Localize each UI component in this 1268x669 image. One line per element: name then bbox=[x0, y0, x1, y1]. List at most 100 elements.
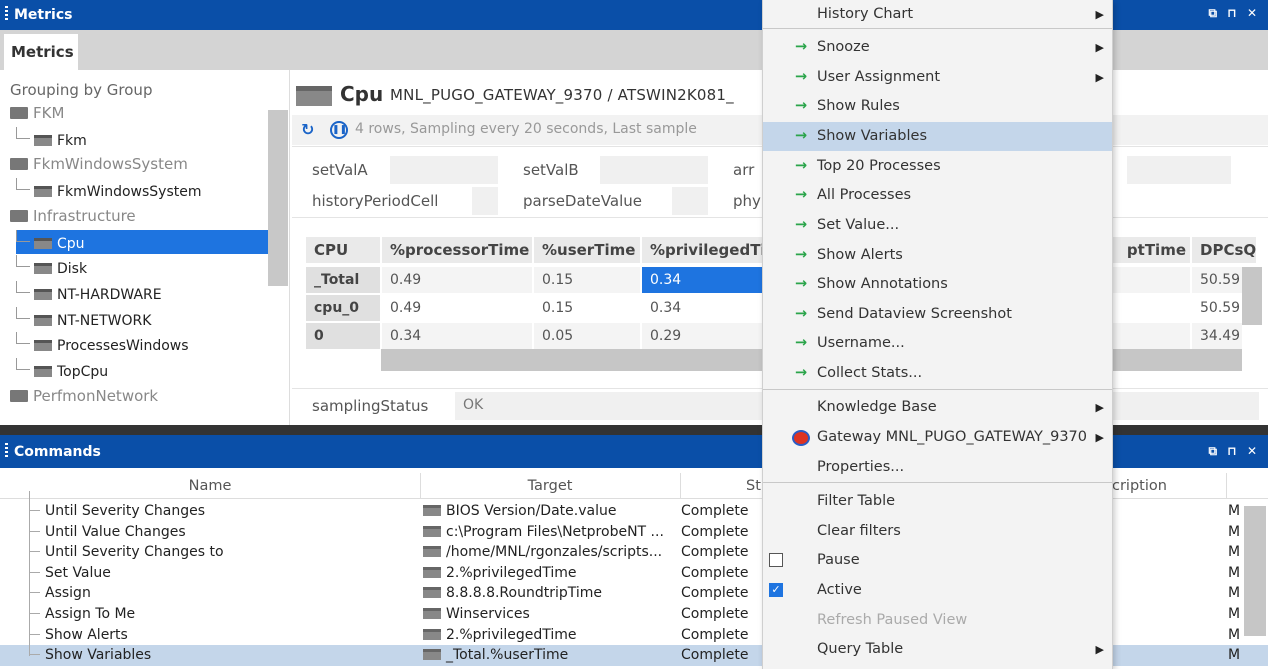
tree-node[interactable]: NT-HARDWARE bbox=[16, 280, 162, 305]
table-cell[interactable] bbox=[1112, 267, 1190, 293]
tree-label: PerfmonNetwork bbox=[33, 386, 159, 405]
menu-item[interactable]: Pause bbox=[763, 546, 1112, 575]
tree-label: Disk bbox=[57, 261, 88, 278]
tree-node[interactable]: Disk bbox=[16, 255, 87, 279]
menu-item[interactable]: Query Table ▶ bbox=[763, 635, 1112, 664]
tree-node[interactable]: NT-NETWORK bbox=[16, 306, 152, 331]
arrow-right-icon: → bbox=[795, 365, 808, 381]
menu-item-label: Gateway MNL_PUGO_GATEWAY_9370 bbox=[817, 429, 1087, 445]
column-header[interactable]: %processorTime bbox=[382, 237, 532, 263]
grip-icon[interactable] bbox=[5, 443, 8, 459]
grip-icon[interactable] bbox=[5, 6, 8, 22]
dataview-icon bbox=[423, 546, 441, 558]
checkbox-unchecked[interactable] bbox=[769, 553, 783, 567]
tree-group[interactable]: FkmWindowsSystem bbox=[10, 152, 188, 176]
menu-item[interactable]: → User Assignment ▶ bbox=[763, 63, 1112, 92]
menu-item[interactable]: Filter Table bbox=[763, 487, 1112, 516]
status-text: 4 rows, Sampling every 20 seconds, Last … bbox=[355, 121, 697, 137]
refresh-icon[interactable]: ↻ bbox=[301, 120, 314, 139]
column-header[interactable]: %privilegedTi bbox=[642, 237, 762, 263]
tree-group[interactable]: Infrastructure bbox=[10, 204, 136, 228]
table-cell[interactable]: 0.15 bbox=[534, 295, 640, 321]
dataview-icon bbox=[34, 288, 52, 300]
menu-item[interactable]: → Show Annotations bbox=[763, 270, 1112, 299]
menu-item[interactable]: → Username... bbox=[763, 329, 1112, 358]
arrow-right-icon: → bbox=[795, 98, 808, 114]
column-header[interactable]: Name bbox=[0, 478, 420, 494]
menu-item[interactable]: → Show Rules bbox=[763, 92, 1112, 121]
headline-value bbox=[1127, 156, 1231, 184]
dataview-icon bbox=[423, 608, 441, 619]
tree-scrollbar[interactable] bbox=[268, 110, 288, 286]
checkbox-checked[interactable]: ✓ bbox=[769, 583, 783, 597]
command-target: Winservices bbox=[423, 604, 679, 624]
tree-node[interactable]: Fkm bbox=[16, 126, 87, 151]
tree-node[interactable]: TopCpu bbox=[16, 358, 108, 382]
table-cell[interactable] bbox=[1112, 323, 1190, 349]
commands-scrollbar[interactable] bbox=[1244, 506, 1266, 636]
menu-item-label: User Assignment bbox=[817, 68, 941, 85]
table-cell[interactable]: 34.49 bbox=[1192, 323, 1242, 349]
table-cell[interactable]: 0.49 bbox=[382, 267, 532, 293]
menu-item[interactable]: → Top 20 Processes bbox=[763, 152, 1112, 181]
window-controls[interactable]: ⧉ ⊓ ✕ bbox=[1208, 6, 1260, 21]
submenu-arrow-icon: ▶ bbox=[1095, 8, 1104, 21]
context-menu: History Chart ▶ → Snooze ▶ → User Assignment ▶ →… bbox=[762, 0, 1113, 669]
column-header[interactable]: Target bbox=[420, 478, 680, 494]
table-cell[interactable]: 0.34 bbox=[642, 295, 762, 321]
metrics-title: Metrics bbox=[14, 7, 73, 23]
menu-item[interactable]: → Show Variables bbox=[763, 122, 1112, 151]
tree-node[interactable]: ProcessesWindows bbox=[16, 332, 189, 356]
menu-item-label: Properties... bbox=[817, 458, 905, 475]
dataview-icon bbox=[34, 134, 52, 146]
command-name: Show Variables bbox=[45, 647, 152, 664]
table-cell[interactable]: 0.34 bbox=[642, 267, 762, 293]
menu-item[interactable]: ✓ Active bbox=[763, 576, 1112, 605]
menu-item[interactable]: → All Processes bbox=[763, 181, 1112, 210]
table-cell[interactable]: 0.29 bbox=[642, 323, 762, 349]
column-header[interactable]: ptTime bbox=[1112, 237, 1190, 263]
menu-item-label: Show Annotations bbox=[817, 276, 948, 292]
menu-item[interactable]: → Set Value... bbox=[763, 211, 1112, 240]
menu-item[interactable]: Properties... bbox=[763, 453, 1112, 482]
table-cell[interactable]: 0.49 bbox=[382, 295, 532, 321]
row-name[interactable]: cpu_0 bbox=[306, 295, 380, 321]
tree-node[interactable]: Cpu bbox=[16, 229, 268, 254]
tree-node[interactable]: FkmWindowsSystem bbox=[16, 178, 202, 202]
tree-group[interactable]: FKM bbox=[10, 101, 64, 125]
column-header[interactable]: %userTime bbox=[534, 237, 640, 263]
command-target: BIOS Version/Date.value bbox=[423, 501, 679, 521]
menu-item-label: Show Variables bbox=[817, 128, 927, 144]
tree-group[interactable]: PerfmonNetwork bbox=[10, 384, 158, 408]
column-header[interactable]: cription bbox=[1112, 478, 1167, 494]
row-name[interactable]: _Total bbox=[306, 267, 380, 293]
menu-item[interactable]: → Show Alerts bbox=[763, 241, 1112, 270]
tab-metrics[interactable]: Metrics bbox=[4, 34, 78, 70]
menu-item-label: Send Dataview Screenshot bbox=[817, 305, 1012, 322]
menu-item[interactable]: Knowledge Base ▶ bbox=[763, 393, 1112, 422]
table-cell[interactable] bbox=[1112, 295, 1190, 321]
pause-icon[interactable]: ❚❚ bbox=[330, 121, 348, 139]
table-cell[interactable]: 0.15 bbox=[534, 267, 640, 293]
column-header[interactable]: DPCsQ bbox=[1192, 237, 1256, 263]
table-vscrollbar[interactable] bbox=[1242, 267, 1262, 325]
menu-item[interactable]: History Chart ▶ bbox=[763, 0, 1112, 29]
menu-item[interactable]: → Send Dataview Screenshot bbox=[763, 300, 1112, 329]
group-tree: Grouping by Group FKM Fkm FkmWindowsSystem… bbox=[0, 70, 290, 425]
menu-item[interactable]: → Snooze ▶ bbox=[763, 33, 1112, 62]
row-name[interactable]: 0 bbox=[306, 323, 380, 349]
tree-label: NT-NETWORK bbox=[57, 312, 152, 329]
headline-value bbox=[600, 156, 708, 184]
column-header[interactable]: CPU bbox=[306, 237, 380, 263]
dataview-icon bbox=[423, 505, 441, 516]
menu-item[interactable]: Clear filters bbox=[763, 517, 1112, 546]
table-cell[interactable]: 0.05 bbox=[534, 323, 640, 349]
table-cell[interactable]: 50.59 bbox=[1192, 267, 1242, 293]
command-description: M bbox=[1228, 585, 1241, 602]
column-header[interactable]: St bbox=[746, 478, 761, 494]
table-cell[interactable]: 0.34 bbox=[382, 323, 532, 349]
menu-item[interactable]: Gateway MNL_PUGO_GATEWAY_9370 ▶ bbox=[763, 423, 1112, 452]
table-cell[interactable]: 50.59 bbox=[1192, 295, 1242, 321]
menu-item[interactable]: → Collect Stats... bbox=[763, 359, 1112, 388]
window-controls[interactable]: ⧉ ⊓ ✕ bbox=[1208, 444, 1260, 459]
